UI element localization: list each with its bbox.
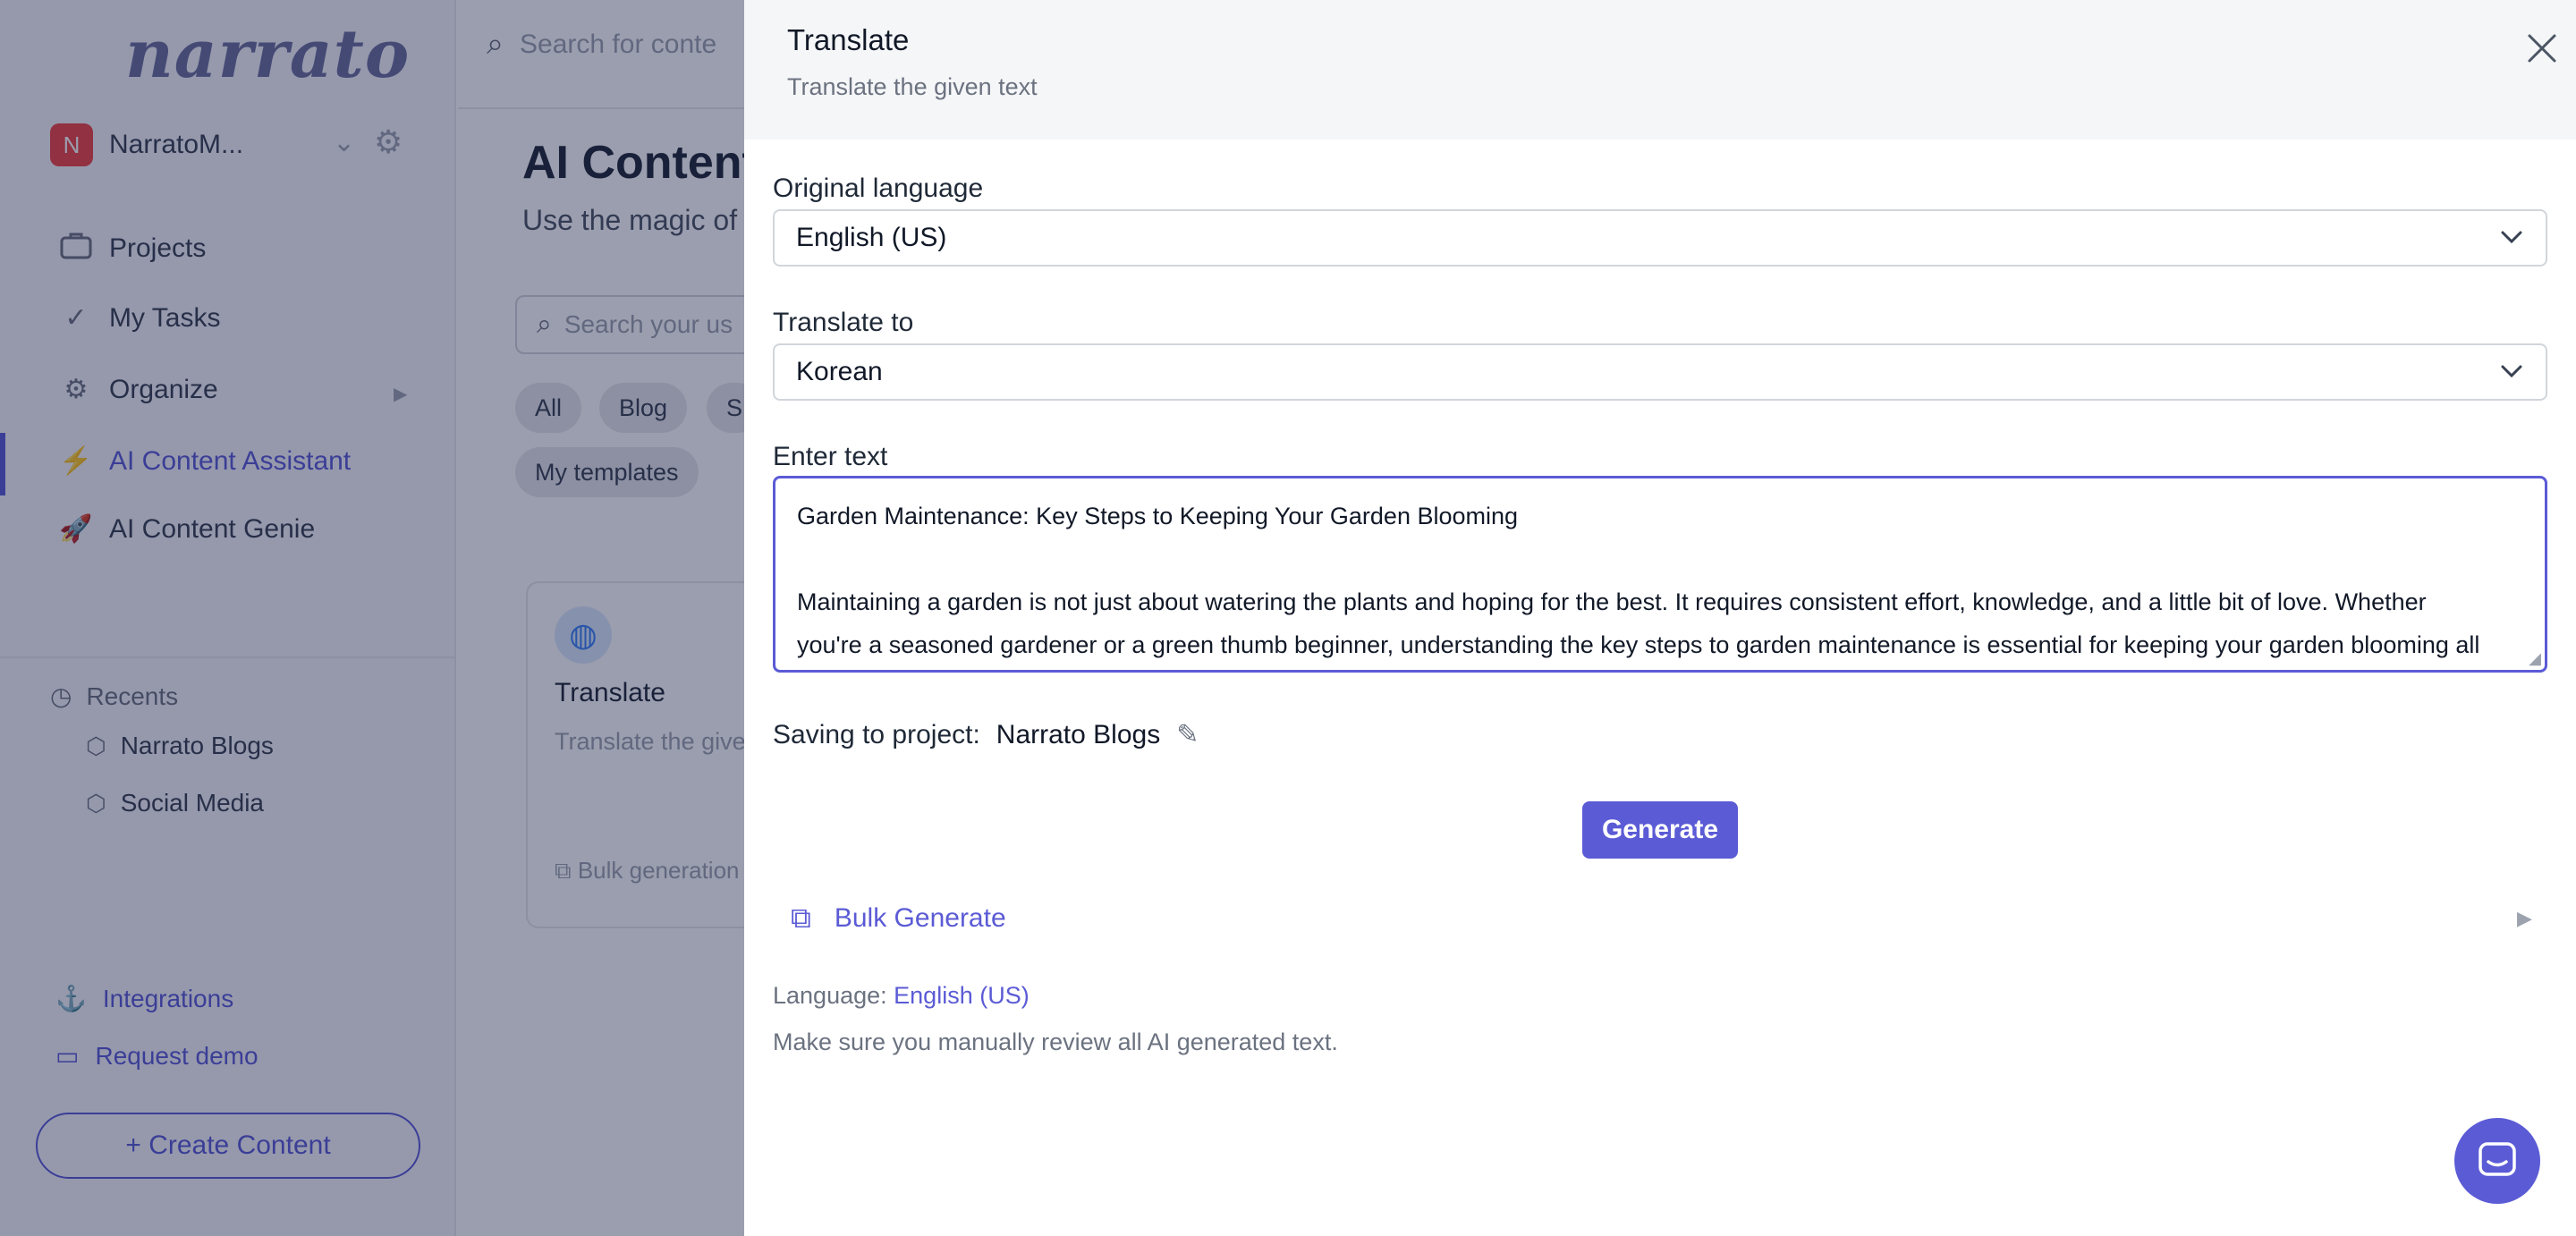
bulk-generate-label: Bulk Generate xyxy=(834,903,1006,933)
output-language: Language: English (US) xyxy=(773,982,1030,1010)
panel-header: Translate Translate the given text xyxy=(744,0,2576,140)
text-line: you're a seasoned gardener or a green th… xyxy=(797,631,2480,658)
generate-button[interactable]: Generate xyxy=(1582,801,1738,859)
panel-subtitle: Translate the given text xyxy=(787,73,1038,100)
translate-to-value: Korean xyxy=(796,357,883,386)
translate-to-select[interactable]: Korean xyxy=(773,343,2547,401)
language-value-link[interactable]: English (US) xyxy=(894,982,1030,1009)
enter-text-label: Enter text xyxy=(773,442,888,471)
original-language-select[interactable]: English (US) xyxy=(773,209,2547,267)
panel-title: Translate xyxy=(787,23,910,56)
text-line xyxy=(797,538,2523,580)
original-language-label: Original language xyxy=(773,174,984,203)
resize-handle-icon[interactable]: ◢ xyxy=(2529,650,2541,666)
text-line: Garden Maintenance: Key Steps to Keeping… xyxy=(797,503,1519,529)
translate-to-label: Translate to xyxy=(773,308,914,337)
saving-to-project: Saving to project: Narrato Blogs ✎ xyxy=(773,719,1199,750)
text-line: Maintaining a garden is not just about w… xyxy=(797,588,2427,615)
review-note: Make sure you manually review all AI gen… xyxy=(773,1029,1338,1055)
enter-text-textarea[interactable]: Garden Maintenance: Key Steps to Keeping… xyxy=(773,476,2547,673)
copy-icon: ⧉ xyxy=(791,902,811,934)
close-icon[interactable] xyxy=(2521,30,2563,73)
original-language-value: English (US) xyxy=(796,223,947,252)
chat-icon xyxy=(2479,1142,2516,1176)
saving-label: Saving to project: xyxy=(773,719,980,749)
translate-panel: Translate Translate the given text Origi… xyxy=(744,0,2576,1236)
chat-launcher-button[interactable] xyxy=(2454,1118,2540,1204)
caret-right-icon[interactable]: ▶ xyxy=(2517,907,2532,930)
language-label: Language: xyxy=(773,982,887,1009)
saving-project-name: Narrato Blogs xyxy=(996,719,1161,749)
bulk-generate-toggle[interactable]: ⧉ Bulk Generate xyxy=(791,902,1006,935)
chevron-down-icon xyxy=(2501,231,2522,244)
chevron-down-icon xyxy=(2501,365,2522,378)
edit-icon[interactable]: ✎ xyxy=(1176,719,1199,750)
